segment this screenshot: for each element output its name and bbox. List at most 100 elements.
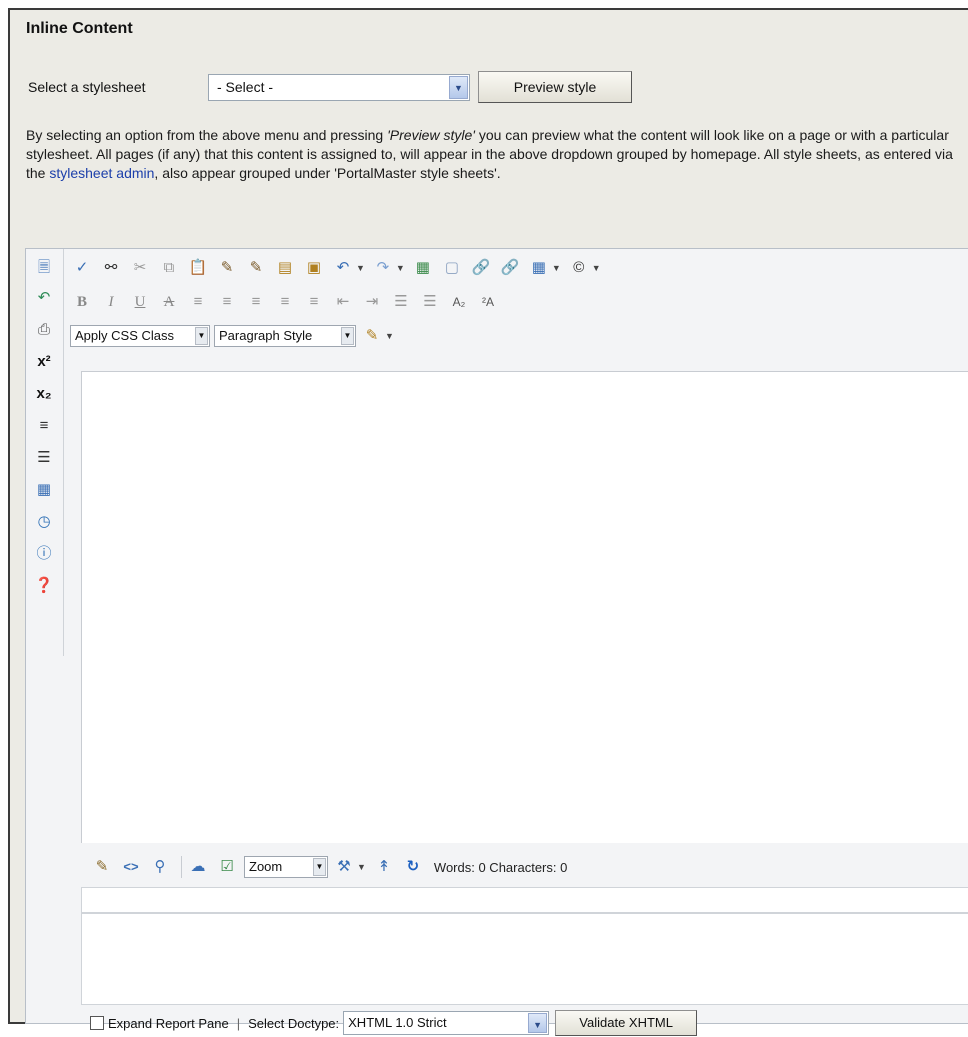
validate-xhtml-button[interactable]: Validate XHTML [555, 1010, 698, 1036]
bulleted-list-icon[interactable]: ☰ [418, 290, 442, 314]
image-icon[interactable]: ▦ [411, 256, 435, 280]
doctype-select[interactable]: XHTML 1.0 Strict ▼ [343, 1011, 550, 1035]
chevron-down-icon[interactable]: ▼ [396, 263, 405, 273]
stylesheet-selected-value: - Select - [217, 79, 274, 95]
bold-icon[interactable]: B [70, 290, 94, 314]
doctype-selected-value: XHTML 1.0 Strict [348, 1015, 447, 1030]
font-size-increase-icon[interactable]: A₂ [447, 290, 471, 314]
toolbar-row-2: B I U A ≡ ≡ ≡ ≡ ≡ ⇤ ⇥ ☰ ☰ A₂ ²A [70, 287, 505, 317]
page-icon[interactable]: 🗏 [33, 257, 55, 279]
chevron-down-icon[interactable]: ▼ [357, 862, 366, 872]
paragraph-style-combo-label: Paragraph Style [219, 328, 313, 343]
word-count: Words: 0 Characters: 0 [433, 859, 568, 875]
chevron-down-icon[interactable]: ▼ [449, 76, 468, 99]
expand-report-label: Expand Report Pane [108, 1015, 229, 1031]
description-text: By selecting an option from the above me… [26, 126, 966, 183]
report-pane-header [81, 887, 968, 913]
numbered-list-icon[interactable]: ☰ [389, 290, 413, 314]
toolbar-row-1: ✓ ⚯ ✂ ⧉ 📋 ✎ ✎ ▤ ▣ ↶ ▼ ↷ ▼ ▦ ▢ 🔗 🔗 ▦ ▼ © [70, 253, 607, 283]
format-stripper-icon[interactable]: ✎ [360, 324, 384, 348]
design-mode-icon[interactable]: ✎ [90, 855, 114, 879]
paste-icon[interactable]: 📋 [186, 256, 210, 280]
css-class-combo-label: Apply CSS Class [75, 328, 174, 343]
table-icon[interactable]: ▦ [527, 256, 551, 280]
stylesheet-label: Select a stylesheet [28, 79, 146, 95]
font-size-decrease-icon[interactable]: ²A [476, 290, 500, 314]
superscript-icon[interactable]: x² [33, 351, 55, 373]
undo-icon[interactable]: ↶ [331, 256, 355, 280]
find-icon[interactable]: ⚯ [99, 256, 123, 280]
subscript-icon[interactable]: x₂ [33, 383, 55, 405]
list-format-icon[interactable]: ☰ [33, 447, 55, 469]
stylesheet-select[interactable]: - Select - ▼ [208, 74, 470, 101]
left-toolbar: 🗏 ↶ ⎙ x² x₂ ≡ ☰ ▦ ◷ ⓘ ❓ [26, 249, 64, 656]
editor-toolbar: ✓ ⚯ ✂ ⧉ 📋 ✎ ✎ ▤ ▣ ↶ ▼ ↷ ▼ ▦ ▢ 🔗 🔗 ▦ ▼ © [70, 253, 968, 363]
outdent-icon[interactable]: ⇥ [360, 290, 384, 314]
section-title: Inline Content [26, 20, 133, 37]
preview-style-button[interactable]: Preview style [478, 71, 632, 103]
cut-icon[interactable]: ✂ [128, 256, 152, 280]
paste-plain-icon[interactable]: ▣ [302, 256, 326, 280]
paragraph-style-combo[interactable]: Paragraph Style ▼ [214, 325, 356, 347]
expand-report-checkbox[interactable] [90, 1016, 104, 1030]
toolbar-row-3: Apply CSS Class ▼ Paragraph Style ▼ ✎ ▼ [70, 321, 400, 351]
preview-icon[interactable]: ⚲ [148, 855, 172, 879]
copyright-icon[interactable]: © [567, 256, 591, 280]
align-center-icon[interactable]: ≡ [215, 290, 239, 314]
css-class-combo[interactable]: Apply CSS Class ▼ [70, 325, 210, 347]
underline-icon[interactable]: U [128, 290, 152, 314]
unlink-icon[interactable]: 🔗 [498, 256, 522, 280]
chevron-down-icon[interactable]: ▼ [385, 331, 394, 341]
justify-icon[interactable]: ≡ [273, 290, 297, 314]
doctype-label: Select Doctype: [248, 1015, 340, 1031]
align-left-icon[interactable]: ≡ [186, 290, 210, 314]
refresh-icon[interactable]: ↻ [401, 855, 425, 879]
spellcheck-icon[interactable]: ✓ [70, 256, 94, 280]
template-icon[interactable]: ▦ [33, 479, 55, 501]
chevron-down-icon[interactable]: ▼ [356, 263, 365, 273]
paste-text-icon[interactable]: ✎ [215, 256, 239, 280]
description-part: , also appear grouped under 'PortalMaste… [154, 165, 501, 181]
redo-icon[interactable]: ↷ [371, 256, 395, 280]
description-part: By selecting an option from the above me… [26, 127, 388, 143]
speech-icon[interactable]: ☁ [186, 855, 210, 879]
chevron-down-icon[interactable]: ▼ [341, 327, 354, 345]
paragraph-rtl-icon[interactable]: ≡ [33, 415, 55, 437]
print-icon[interactable]: ⎙ [33, 319, 55, 341]
content-editing-area[interactable] [81, 371, 968, 843]
info-icon[interactable]: ⓘ [33, 543, 55, 565]
copy-icon[interactable]: ⧉ [157, 256, 181, 280]
zoom-combo-label: Zoom [249, 859, 283, 874]
justify-none-icon[interactable]: ≡ [302, 290, 326, 314]
media-icon[interactable]: ▢ [440, 256, 464, 280]
bottom-toolbar: ✎ <> ⚲ ☁ ☑ Zoom ▼ ⚒ ▼ ↟ ↻ Words: 0 Chara… [90, 853, 567, 881]
page-back-icon[interactable]: ↶ [33, 287, 55, 309]
zoom-combo[interactable]: Zoom ▼ [244, 856, 328, 878]
form-icon[interactable]: ☑ [215, 855, 239, 879]
description-emphasis: 'Preview style' [387, 127, 475, 143]
inline-content-panel: Inline Content Select a stylesheet - Sel… [8, 8, 968, 1036]
up-level-icon[interactable]: ↟ [372, 855, 396, 879]
report-pane [81, 913, 968, 1005]
separator: | [236, 1015, 241, 1031]
paste-html-icon[interactable]: ▤ [273, 256, 297, 280]
status-bar: Expand Report Pane | Select Doctype: XHT… [90, 1009, 698, 1037]
chevron-down-icon[interactable]: ▼ [313, 858, 326, 876]
align-right-icon[interactable]: ≡ [244, 290, 268, 314]
clock-icon[interactable]: ◷ [33, 511, 55, 533]
chevron-down-icon[interactable]: ▼ [592, 263, 601, 273]
paste-word-icon[interactable]: ✎ [244, 256, 268, 280]
chevron-down-icon[interactable]: ▼ [552, 263, 561, 273]
help-icon[interactable]: ❓ [33, 575, 55, 597]
link-icon[interactable]: 🔗 [469, 256, 493, 280]
tools-icon[interactable]: ⚒ [332, 855, 356, 879]
italic-icon[interactable]: I [99, 290, 123, 314]
rich-text-editor: 🗏 ↶ ⎙ x² x₂ ≡ ☰ ▦ ◷ ⓘ ❓ ✓ ⚯ ✂ ⧉ 📋 ✎ ✎ ▤ … [25, 248, 968, 1036]
indent-icon[interactable]: ⇤ [331, 290, 355, 314]
chevron-down-icon[interactable]: ▼ [195, 327, 208, 345]
strikethrough-icon[interactable]: A [157, 290, 181, 314]
stylesheet-admin-link[interactable]: stylesheet admin [49, 165, 154, 181]
chevron-down-icon[interactable]: ▼ [528, 1013, 548, 1033]
separator [181, 856, 182, 878]
html-mode-icon[interactable]: <> [119, 855, 143, 879]
